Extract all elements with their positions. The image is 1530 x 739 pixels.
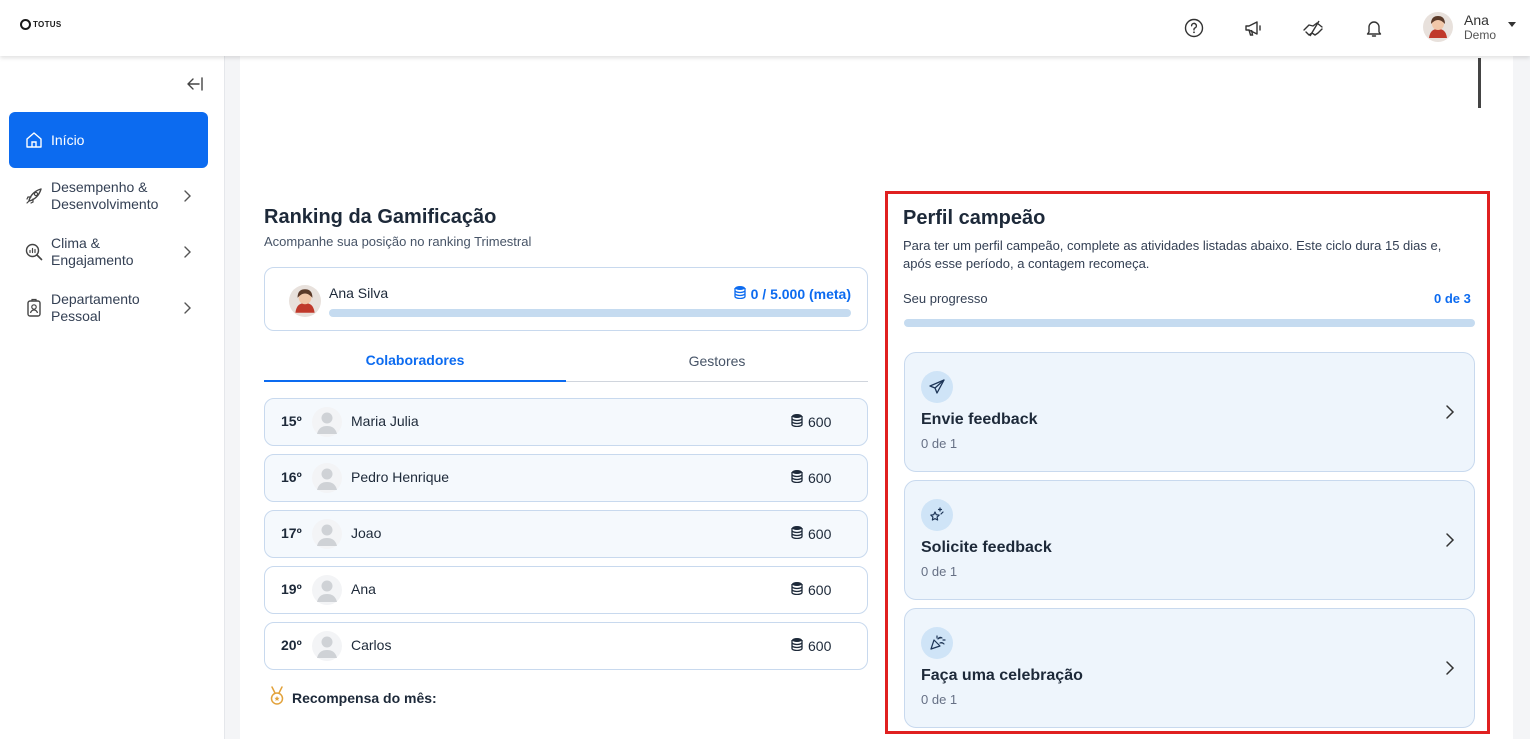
rank-points-value: 600 xyxy=(808,637,832,654)
task-count: 0 de 1 xyxy=(921,436,958,451)
task-title: Envie feedback xyxy=(921,411,1038,428)
sparkle-star-icon xyxy=(921,499,953,531)
totus-logo[interactable]: TOTUS xyxy=(20,19,61,30)
handshake-icon[interactable] xyxy=(1300,14,1328,42)
sidebar-item-label: Desempenho & Desenvolvimento xyxy=(51,179,159,212)
coins-icon xyxy=(791,469,803,486)
table-row[interactable]: 20º Carlos 600 xyxy=(264,622,868,670)
chevron-right-icon xyxy=(180,245,194,259)
rank-points-value: 600 xyxy=(808,469,832,486)
rank-name: Joao xyxy=(351,525,382,541)
table-row[interactable]: 17º Joao 600 xyxy=(264,510,868,558)
rank-points: 600 xyxy=(791,637,831,654)
rank-points: 600 xyxy=(791,525,831,542)
coins-icon xyxy=(791,637,803,654)
task-title: Faça uma celebração xyxy=(921,667,1083,684)
user-avatar[interactable] xyxy=(1423,12,1453,42)
rank-points-value: 600 xyxy=(808,413,832,430)
table-row[interactable]: 15º Maria Julia 600 xyxy=(264,398,868,446)
user-name[interactable]: Ana xyxy=(1464,12,1489,28)
rank-points-value: 600 xyxy=(808,525,832,542)
my-name: Ana Silva xyxy=(329,285,389,301)
sidebar-item-label: Departamento Pessoal xyxy=(51,291,140,324)
chevron-right-icon xyxy=(1443,404,1457,420)
chevron-right-icon xyxy=(1443,532,1457,548)
progress-label: Seu progresso xyxy=(903,291,988,306)
collapse-sidebar-icon[interactable] xyxy=(186,76,206,92)
rocket-icon xyxy=(23,185,45,207)
rank-position: 19º xyxy=(281,581,302,597)
perfil-title: Perfil campeão xyxy=(903,207,1046,229)
task-title: Solicite feedback xyxy=(921,539,1052,556)
chevron-right-icon xyxy=(180,189,194,203)
default-avatar-icon xyxy=(312,519,342,549)
scrollbar-thumb[interactable] xyxy=(1478,58,1481,108)
my-points: 0 / 5.000 (meta) xyxy=(733,285,851,302)
badge-icon xyxy=(23,297,45,319)
user-menu-caret-icon[interactable] xyxy=(1508,22,1516,27)
progress-bar xyxy=(904,319,1475,327)
rank-position: 16º xyxy=(281,469,302,485)
sidebar-item-departamento[interactable]: Departamento Pessoal xyxy=(9,280,208,336)
rank-points: 600 xyxy=(791,581,831,598)
ranking-tabs: Colaboradores Gestores xyxy=(264,340,868,382)
task-count: 0 de 1 xyxy=(921,564,958,579)
search-chart-icon xyxy=(23,241,45,263)
chevron-right-icon xyxy=(1443,660,1457,676)
table-row[interactable]: 16º Pedro Henrique 600 xyxy=(264,454,868,502)
rank-points-value: 600 xyxy=(808,581,832,598)
default-avatar-icon xyxy=(312,463,342,493)
rank-name: Pedro Henrique xyxy=(351,469,450,485)
rank-points: 600 xyxy=(791,413,831,430)
coins-icon xyxy=(791,525,803,542)
party-popper-icon xyxy=(921,627,953,659)
my-progress-bar xyxy=(329,309,851,317)
rank-name: Carlos xyxy=(351,637,392,653)
my-points-value: 0 / 5.000 (meta) xyxy=(750,285,851,302)
top-header: TOTUS Ana Demo xyxy=(0,0,1530,56)
rank-position: 15º xyxy=(281,413,302,429)
default-avatar-icon xyxy=(312,575,342,605)
table-row[interactable]: 19º Ana 600 xyxy=(264,566,868,614)
rank-position: 17º xyxy=(281,525,302,541)
reward-label: Recompensa do mês: xyxy=(292,689,437,706)
coins-icon xyxy=(791,581,803,598)
task-card-solicite-feedback[interactable]: Solicite feedback 0 de 1 xyxy=(904,480,1475,600)
reward-of-month: Recompensa do mês: xyxy=(268,686,437,709)
logo-text: TOTUS xyxy=(33,20,62,29)
sidebar-item-clima[interactable]: Clima & Engajamento xyxy=(9,224,208,280)
ranking-subtitle: Acompanhe sua posição no ranking Trimest… xyxy=(264,234,532,249)
sidebar-item-inicio[interactable]: Início xyxy=(9,112,208,168)
chevron-right-icon xyxy=(180,301,194,315)
default-avatar-icon xyxy=(312,407,342,437)
task-card-faca-celebracao[interactable]: Faça uma celebração 0 de 1 xyxy=(904,608,1475,728)
coins-icon xyxy=(791,413,803,430)
help-icon[interactable] xyxy=(1180,14,1208,42)
task-count: 0 de 1 xyxy=(921,692,958,707)
sidebar-item-desempenho[interactable]: Desempenho & Desenvolvimento xyxy=(9,168,208,224)
sidebar-item-label: Clima & Engajamento xyxy=(51,235,134,268)
rank-points: 600 xyxy=(791,469,831,486)
paper-plane-icon xyxy=(921,371,953,403)
default-avatar-icon xyxy=(312,631,342,661)
megaphone-icon[interactable] xyxy=(1240,14,1268,42)
rank-name: Maria Julia xyxy=(351,413,419,429)
task-card-envie-feedback[interactable]: Envie feedback 0 de 1 xyxy=(904,352,1475,472)
perfil-description: Para ter um perfil campeão, complete as … xyxy=(903,238,1442,271)
progress-value: 0 de 3 xyxy=(1434,291,1471,306)
sidebar-item-label: Início xyxy=(51,131,85,148)
rank-position: 20º xyxy=(281,637,302,653)
tab-colaboradores[interactable]: Colaboradores xyxy=(264,340,566,382)
logo-mark xyxy=(20,19,31,30)
user-role: Demo xyxy=(1464,28,1497,42)
home-icon xyxy=(23,129,45,151)
tab-gestores[interactable]: Gestores xyxy=(566,340,868,382)
rank-name: Ana xyxy=(351,581,376,597)
bell-icon[interactable] xyxy=(1360,14,1388,42)
avatar xyxy=(289,285,321,317)
ranking-title: Ranking da Gamificação xyxy=(264,206,497,228)
coins-icon xyxy=(733,285,746,302)
medal-icon xyxy=(268,686,286,709)
my-ranking-card: Ana Silva 0 / 5.000 (meta) xyxy=(264,267,868,331)
